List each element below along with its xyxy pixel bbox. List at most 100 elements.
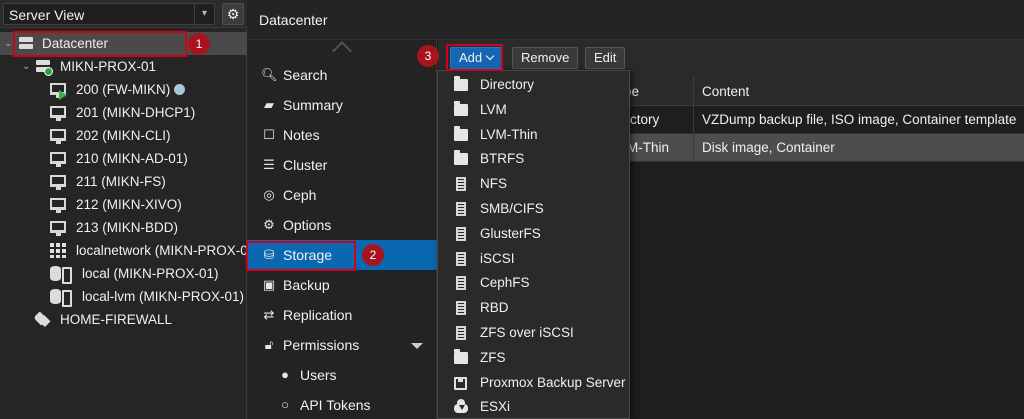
- menu-item-label: CephFS: [480, 275, 530, 291]
- building-icon: [456, 301, 466, 316]
- tree-item-storage[interactable]: local (MIKN-PROX-01): [0, 262, 247, 285]
- chevron-down-icon[interactable]: ▾: [194, 4, 214, 24]
- menu-item-iscsi[interactable]: iSCSI: [438, 247, 629, 272]
- edit-button[interactable]: Edit: [585, 47, 626, 69]
- monitor-icon: [50, 221, 66, 236]
- menu-item-label: BTRFS: [480, 151, 525, 167]
- cell-content: Disk image, Container: [702, 140, 835, 155]
- menu-item-proxmox-backup-server[interactable]: Proxmox Backup Server: [438, 371, 629, 396]
- tree-item-vm[interactable]: 210 (MIKN-AD-01): [0, 147, 247, 170]
- cell-divider: [693, 134, 694, 162]
- menu-item-btrfs[interactable]: BTRFS: [438, 147, 629, 172]
- resource-tree-panel: Server View ▾ ⚙ ⌄ Datacenter ⌄ MIKN-PROX…: [0, 0, 247, 419]
- building-icon: [456, 251, 466, 266]
- server-icon: ☰: [263, 157, 275, 172]
- menu-item-lvm-thin[interactable]: LVM-Thin: [438, 123, 629, 148]
- menu-item-label: Directory: [480, 77, 535, 92]
- nav-item-permissions[interactable]: 🔓︎ Permissions: [247, 330, 437, 360]
- tree-item-label: 210 (MIKN-AD-01): [76, 151, 188, 166]
- tree-item-storage[interactable]: local-lvm (MIKN-PROX-01): [0, 285, 247, 308]
- nav-item-notes[interactable]: ☐ Notes: [247, 120, 437, 150]
- annotation-box-2: [246, 241, 356, 271]
- tree-item-vm[interactable]: 211 (MIKN-FS): [0, 170, 247, 193]
- menu-item-directory[interactable]: Directory: [438, 73, 629, 98]
- tree-item-tag[interactable]: HOME-FIREWALL: [0, 308, 247, 331]
- nav-item-label: API Tokens: [300, 397, 371, 413]
- menu-item-smb-cifs[interactable]: SMB/CIFS: [438, 197, 629, 222]
- page-title: Datacenter: [259, 12, 328, 28]
- cloud-download-icon: [454, 399, 468, 414]
- menu-item-nfs[interactable]: NFS: [438, 172, 629, 197]
- annotation-badge-1: 1: [188, 33, 210, 55]
- nav-item-options[interactable]: ⚙ Options: [247, 210, 437, 240]
- ceph-icon: ◎: [263, 187, 275, 202]
- tree-item-vm[interactable]: 212 (MIKN-XIVO): [0, 193, 247, 216]
- nav-item-label: Ceph: [283, 187, 317, 203]
- menu-item-zfs[interactable]: ZFS: [438, 346, 629, 371]
- gear-icon[interactable]: ⚙: [222, 3, 244, 25]
- tree-item-node[interactable]: ⌄ MIKN-PROX-01: [0, 55, 247, 78]
- nav-item-ceph[interactable]: ◎ Ceph: [247, 180, 437, 210]
- annotation-badge-2: 2: [362, 244, 384, 266]
- online-status-icon: [44, 67, 53, 76]
- tree-item-label: MIKN-PROX-01: [60, 59, 157, 74]
- tree-item-label: local-lvm (MIKN-PROX-01): [82, 289, 245, 304]
- chevron-up-icon[interactable]: [332, 41, 352, 61]
- menu-item-label: RBD: [480, 300, 509, 316]
- tree-item-vm[interactable]: 213 (MIKN-BDD): [0, 216, 247, 239]
- folder-icon: [454, 348, 468, 364]
- unlock-icon: 🔓︎: [264, 337, 274, 352]
- nav-item-backup[interactable]: ▣ Backup: [247, 270, 437, 300]
- menu-item-label: Proxmox Backup Server: [480, 374, 626, 390]
- nav-item-label: Replication: [283, 307, 353, 323]
- remove-button[interactable]: Remove: [512, 47, 579, 69]
- monitor-icon: [50, 152, 66, 167]
- menu-item-glusterfs[interactable]: GlusterFS: [438, 222, 629, 247]
- book-icon: ▰: [264, 97, 274, 112]
- monitor-icon: [50, 129, 66, 144]
- nav-item-cluster[interactable]: ☰ Cluster: [247, 150, 437, 180]
- tree-item-network[interactable]: localnetwork (MIKN-PROX-01): [0, 239, 247, 262]
- building-icon: [456, 202, 466, 216]
- column-header-content[interactable]: Content: [702, 84, 749, 99]
- nav-item-label: Backup: [283, 277, 330, 293]
- nav-item-users[interactable]: ● Users: [247, 360, 437, 390]
- menu-item-label: ZFS over iSCSI: [480, 325, 574, 340]
- caret-down-icon[interactable]: [411, 343, 423, 349]
- tree-item-vm[interactable]: 201 (MIKN-DHCP1): [0, 101, 247, 124]
- menu-item-label: GlusterFS: [480, 225, 541, 241]
- menu-item-zfs-over-iscsi[interactable]: ZFS over iSCSI: [438, 321, 629, 346]
- nav-item-label: Permissions: [283, 337, 360, 353]
- view-select[interactable]: Server View ▾: [3, 3, 215, 25]
- tree-item-label: 211 (MIKN-FS): [76, 174, 166, 189]
- nav-item-search[interactable]: 🔍︎ Search: [247, 60, 437, 90]
- tree-item-label: localnetwork (MIKN-PROX-01): [76, 243, 247, 258]
- view-select-label: Server View: [9, 7, 85, 23]
- nav-item-api-tokens[interactable]: ○ API Tokens: [247, 390, 437, 419]
- annotation-box-1: [13, 31, 187, 57]
- column-divider[interactable]: [693, 76, 694, 106]
- network-grid-icon: [50, 243, 66, 258]
- tree-item-vm[interactable]: 202 (MIKN-CLI): [0, 124, 247, 147]
- menu-item-cephfs[interactable]: CephFS: [438, 271, 629, 296]
- folder-icon: [454, 76, 468, 91]
- chevron-down-icon[interactable]: ⌄: [4, 32, 12, 55]
- menu-item-lvm[interactable]: LVM: [438, 98, 629, 123]
- note-icon: ☐: [263, 127, 275, 142]
- menu-item-esxi[interactable]: ESXi: [438, 395, 629, 419]
- menu-item-label: ESXi: [480, 399, 511, 415]
- monitor-icon: [50, 198, 66, 213]
- building-icon: [456, 276, 466, 291]
- tree-item-label: 213 (MIKN-BDD): [76, 220, 179, 235]
- nav-item-label: Cluster: [283, 157, 328, 173]
- menu-item-rbd[interactable]: RBD: [438, 296, 629, 321]
- tree-item-label: 201 (MIKN-DHCP1): [76, 105, 196, 120]
- menu-item-label: ZFS: [480, 349, 506, 365]
- nav-item-summary[interactable]: ▰ Summary: [247, 90, 437, 120]
- nav-item-label: Options: [283, 217, 332, 233]
- nav-item-replication[interactable]: ⇄ Replication: [247, 300, 437, 330]
- chevron-down-icon[interactable]: ⌄: [22, 55, 30, 78]
- tree-item-vm[interactable]: 200 (FW-MIKN): [0, 78, 247, 101]
- monitor-icon: [50, 175, 66, 190]
- tags-icon: [34, 312, 50, 327]
